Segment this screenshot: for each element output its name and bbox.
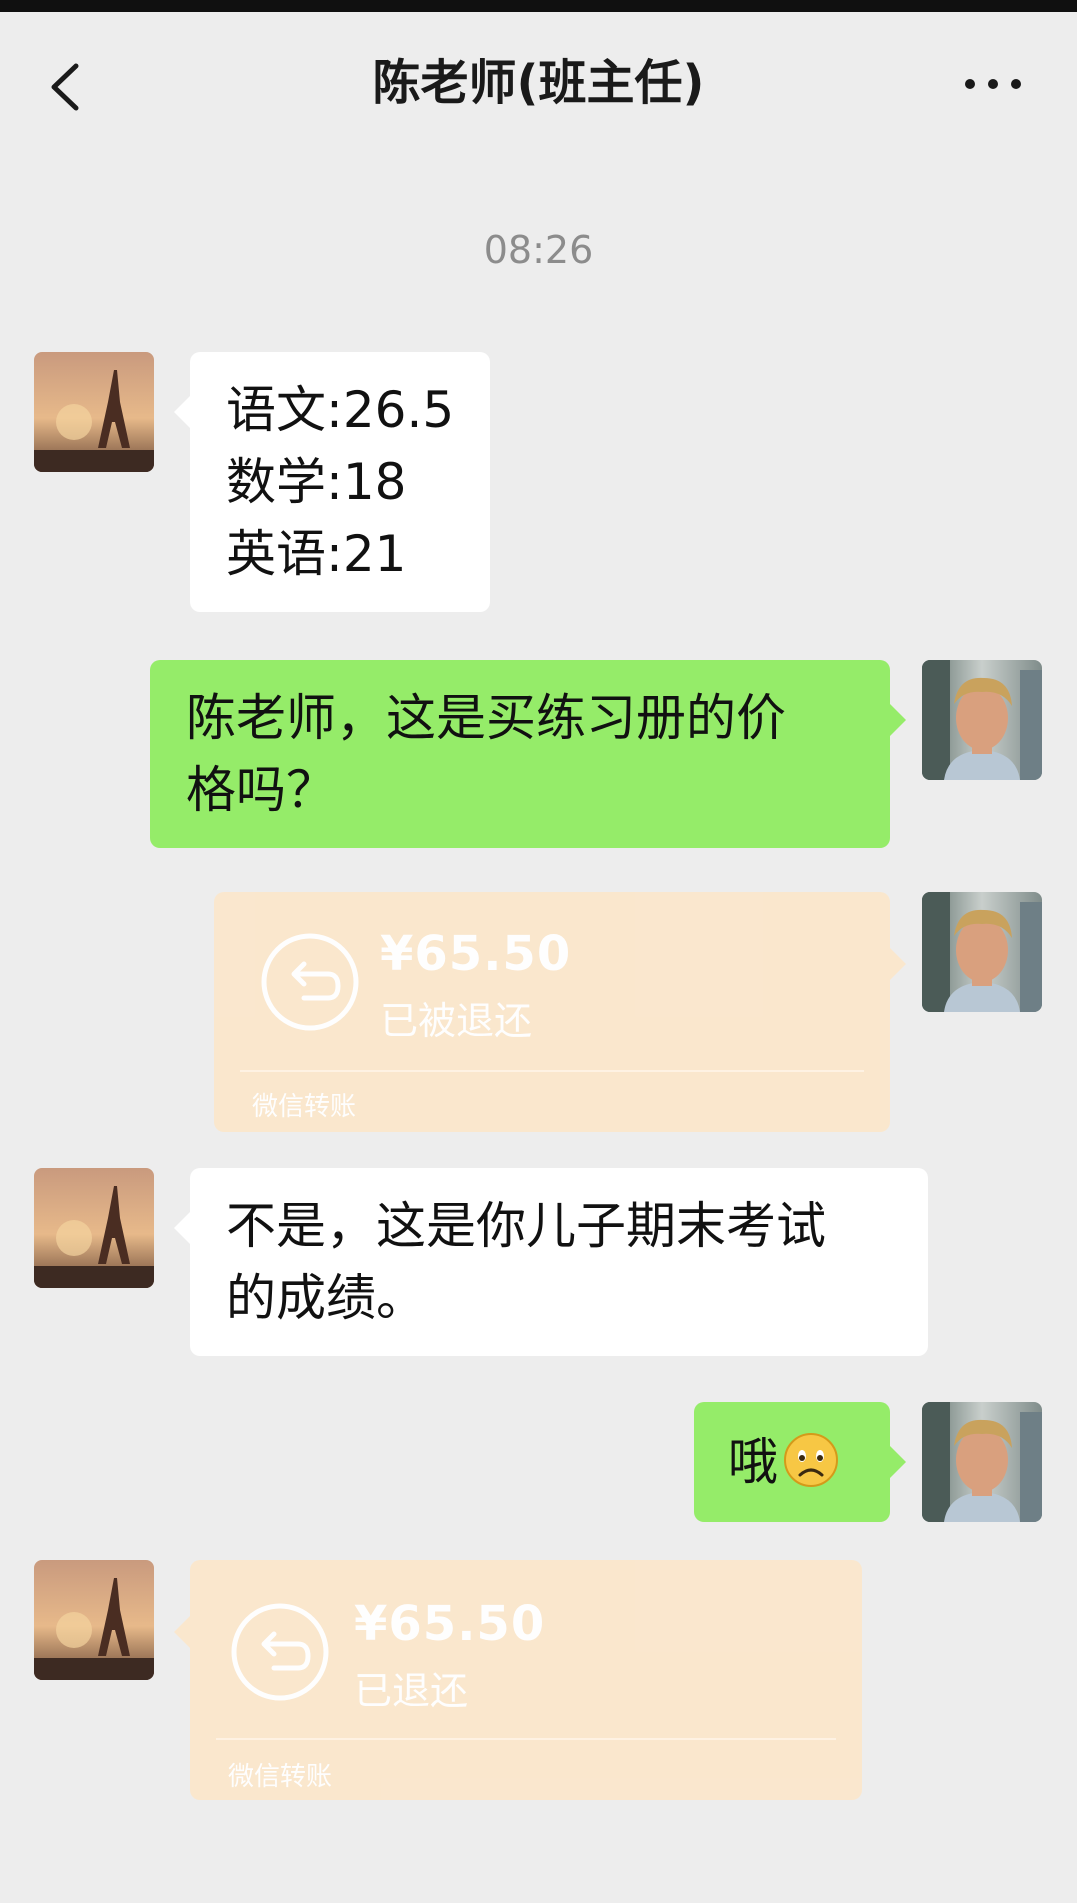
transfer-divider bbox=[240, 1070, 864, 1072]
parent-avatar[interactable] bbox=[922, 660, 1042, 780]
transfer-footer: 微信转账 bbox=[252, 1092, 357, 1122]
transfer-footer: 微信转账 bbox=[228, 1762, 333, 1792]
ellipsis-icon[interactable] bbox=[965, 76, 1021, 92]
refund-icon bbox=[261, 933, 359, 1031]
sad-face-icon bbox=[784, 1433, 838, 1487]
message-line: 数学:18 bbox=[226, 453, 407, 511]
chat-title: 陈老师(班主任) bbox=[372, 55, 705, 111]
message-bubble-outgoing[interactable]: 哦 bbox=[694, 1402, 906, 1522]
message-line: 的成绩。 bbox=[226, 1269, 426, 1327]
message-line: 陈老师，这是买练习册的价 bbox=[186, 689, 786, 747]
transfer-status: 已退还 bbox=[354, 1669, 469, 1713]
teacher-avatar[interactable] bbox=[34, 1560, 154, 1680]
teacher-avatar[interactable] bbox=[34, 352, 154, 472]
transfer-amount: ¥65.50 bbox=[354, 1596, 546, 1652]
message-text: 哦 bbox=[728, 1433, 778, 1491]
message-line: 格吗？ bbox=[186, 761, 336, 819]
message-line: 英语:21 bbox=[226, 525, 407, 583]
message-bubble-outgoing[interactable]: 陈老师，这是买练习册的价 格吗？ bbox=[150, 660, 906, 848]
teacher-avatar[interactable] bbox=[34, 1168, 154, 1288]
message-line: 语文:26.5 bbox=[226, 381, 455, 439]
message-bubble-incoming[interactable]: 不是，这是你儿子期末考试 的成绩。 bbox=[174, 1168, 928, 1356]
transfer-card[interactable]: ¥65.50 已被退还 微信转账 bbox=[214, 892, 906, 1132]
status-bar bbox=[0, 0, 1077, 12]
refund-icon bbox=[231, 1603, 329, 1701]
parent-avatar[interactable] bbox=[922, 892, 1042, 1012]
message-timestamp: 08:26 bbox=[483, 228, 594, 272]
transfer-card[interactable]: ¥65.50 已退还 微信转账 bbox=[174, 1560, 862, 1800]
parent-avatar[interactable] bbox=[922, 1402, 1042, 1522]
transfer-amount: ¥65.50 bbox=[380, 926, 572, 982]
transfer-divider bbox=[216, 1738, 836, 1740]
transfer-status: 已被退还 bbox=[380, 999, 533, 1043]
message-bubble-incoming[interactable]: 语文:26.5 数学:18 英语:21 bbox=[173, 352, 491, 612]
message-line: 不是，这是你儿子期末考试 bbox=[226, 1197, 826, 1255]
